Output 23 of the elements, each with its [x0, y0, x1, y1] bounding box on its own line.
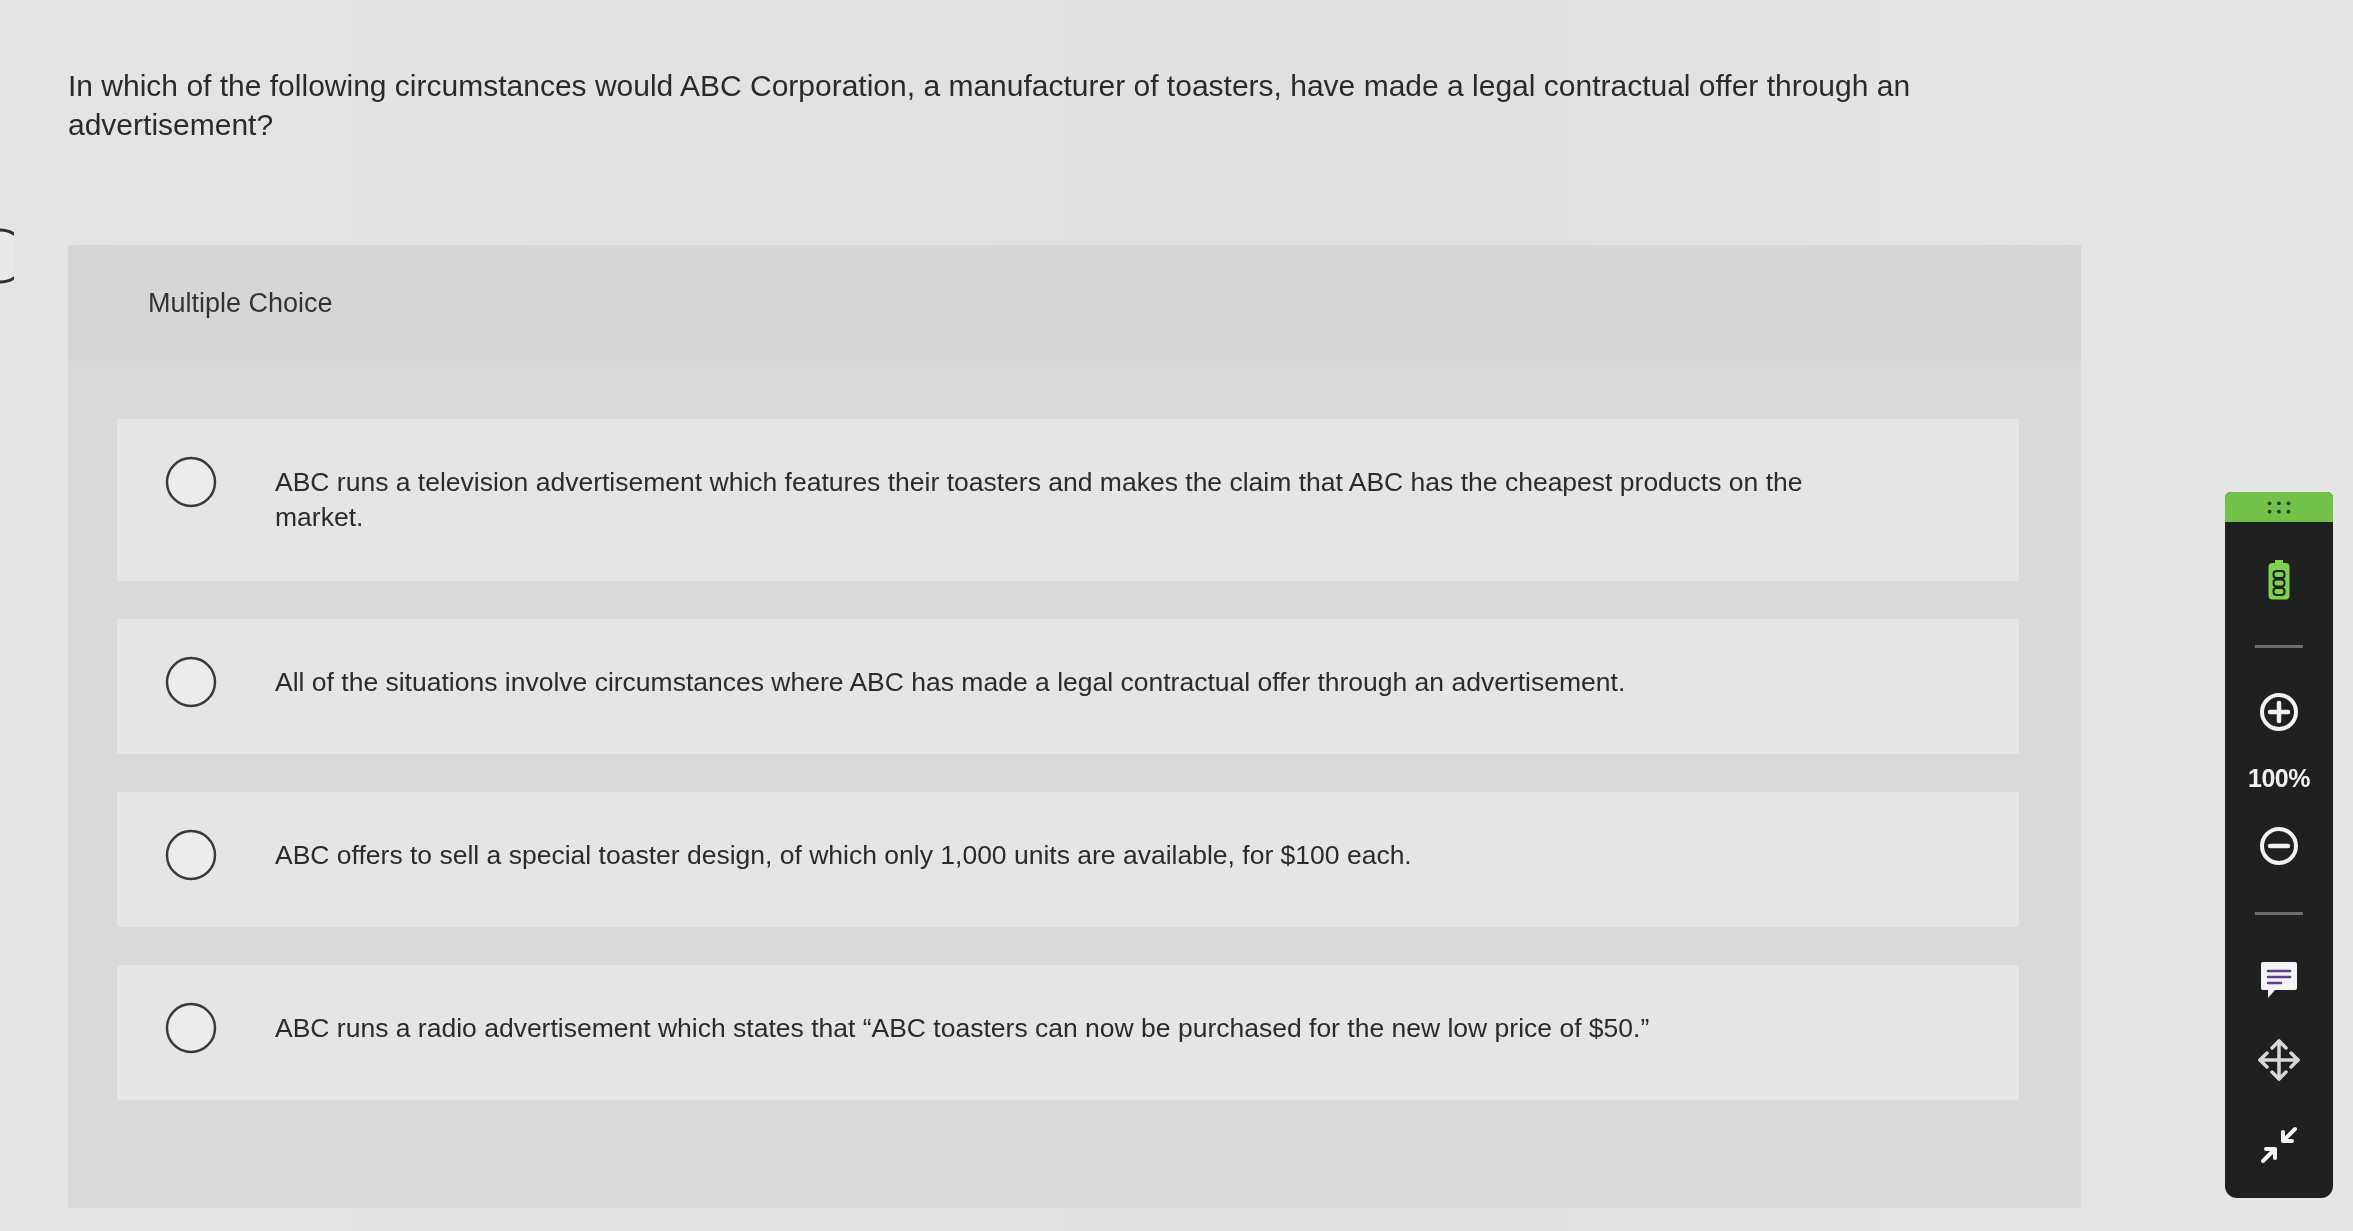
answer-text: ABC offers to sell a special toaster design, of which only 1,000 units are available, for $100 each.	[275, 839, 1413, 872]
collapse-arrows-icon[interactable]	[2259, 1125, 2299, 1165]
grip-icon	[2267, 500, 2291, 514]
radio-button[interactable]	[165, 1002, 217, 1054]
answer-text: All of the situations involve circumstances where ABC has made a legal contractual offer through an advertisement.	[275, 666, 1627, 699]
radio-button[interactable]	[165, 656, 217, 708]
plus-circle-icon[interactable]	[2259, 692, 2299, 732]
radio-button[interactable]	[165, 456, 217, 508]
battery-icon[interactable]	[2268, 560, 2290, 600]
minus-circle-icon[interactable]	[2259, 826, 2299, 866]
answer-text: ABC runs a television advertisement which features their toasters and makes the claim that ABC has the cheapest products on the market.	[275, 466, 1804, 534]
question-text: In which of the following circumstances would ABC Corporation, a manufacturer of toasters, have made a legal contractual offer through an advertisement?	[68, 68, 1912, 143]
question-type-label: Multiple Choice	[148, 287, 333, 319]
drag-handle[interactable]	[2225, 492, 2333, 522]
zoom-level: 100%	[2248, 764, 2310, 793]
radio-button[interactable]	[165, 829, 217, 881]
move-arrows-icon[interactable]	[2257, 1038, 2301, 1082]
answer-text: ABC runs a radio advertisement which states that “ABC toasters can now be purchased for the new low price of $50.”	[275, 1012, 1651, 1045]
comment-icon[interactable]	[2259, 960, 2299, 1000]
answer-option[interactable]: All of the situations involve circumstances where ABC has made a legal contractual offer through an advertisement.	[117, 619, 2019, 754]
answer-option[interactable]: ABC runs a radio advertisement which states that “ABC toasters can now be purchased for the new low price of $50.”	[117, 965, 2019, 1100]
answer-option[interactable]: ABC runs a television advertisement which features their toasters and makes the claim that ABC has the cheapest products on the market.	[117, 419, 2019, 581]
answer-option[interactable]: ABC offers to sell a special toaster design, of which only 1,000 units are available, for $100 each.	[117, 792, 2019, 927]
